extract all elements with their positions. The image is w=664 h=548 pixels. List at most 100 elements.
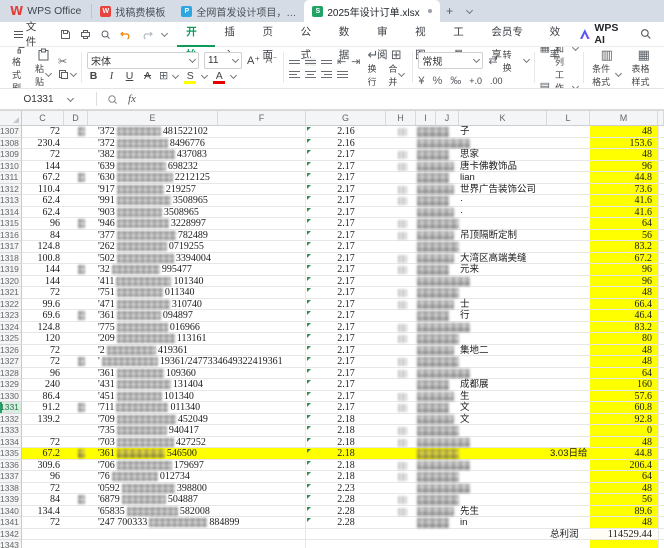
cell-ij[interactable] bbox=[416, 471, 459, 483]
cell-e[interactable]: '6302212125 bbox=[88, 172, 306, 184]
cell-g[interactable]: 2.17 bbox=[306, 310, 386, 322]
align-right-icon[interactable] bbox=[321, 69, 332, 80]
cell-ij[interactable] bbox=[416, 264, 459, 276]
cell-c[interactable]: 144 bbox=[22, 161, 64, 173]
cell-k[interactable] bbox=[459, 138, 547, 150]
cell-h[interactable] bbox=[386, 299, 416, 311]
cell-h[interactable] bbox=[386, 402, 416, 414]
cell-n-sliver[interactable] bbox=[658, 287, 664, 299]
row-header[interactable]: 1339 bbox=[0, 494, 22, 506]
cell-h[interactable] bbox=[386, 529, 416, 541]
cell-l[interactable] bbox=[547, 494, 590, 506]
cell-k[interactable] bbox=[459, 218, 547, 230]
cell-k[interactable] bbox=[459, 276, 547, 288]
cell-m[interactable] bbox=[590, 540, 658, 548]
cell-k[interactable] bbox=[459, 471, 547, 483]
cell-ij[interactable] bbox=[416, 253, 459, 265]
cell-m[interactable]: 160 bbox=[590, 379, 658, 391]
menu-tab-1[interactable]: 插入 bbox=[215, 21, 253, 45]
cell-g[interactable]: 2.16 bbox=[306, 138, 386, 150]
formula-input[interactable] bbox=[136, 89, 664, 109]
cell-d[interactable] bbox=[64, 264, 88, 276]
tab-list-chevron[interactable] bbox=[460, 0, 480, 22]
cell-n-sliver[interactable] bbox=[658, 345, 664, 357]
cell-n-sliver[interactable] bbox=[658, 264, 664, 276]
cell-n-sliver[interactable] bbox=[658, 494, 664, 506]
cell-n-sliver[interactable] bbox=[658, 207, 664, 219]
cell-e[interactable]: '706179697 bbox=[88, 460, 306, 472]
cell-m[interactable]: 48 bbox=[590, 356, 658, 368]
cell-g[interactable]: 2.17 bbox=[306, 161, 386, 173]
cell-c[interactable]: 62.4 bbox=[22, 207, 64, 219]
cell-k[interactable] bbox=[459, 322, 547, 334]
grow-font-button[interactable]: A⁺ bbox=[247, 54, 260, 67]
cell-n-sliver[interactable] bbox=[658, 425, 664, 437]
menu-tab-0[interactable]: 开始 bbox=[177, 21, 215, 47]
cell-l[interactable] bbox=[547, 172, 590, 184]
cell-m[interactable]: 57.6 bbox=[590, 391, 658, 403]
cell-c[interactable]: 67.2 bbox=[22, 172, 64, 184]
cell-h[interactable] bbox=[386, 218, 416, 230]
cell-l[interactable] bbox=[547, 391, 590, 403]
cell-ij[interactable] bbox=[416, 437, 459, 449]
cell-ij[interactable] bbox=[416, 230, 459, 242]
cell-m[interactable]: 56 bbox=[590, 494, 658, 506]
cell-m[interactable]: 44.8 bbox=[590, 448, 658, 460]
cell-e[interactable]: '19361/2477334649322419361 bbox=[88, 356, 306, 368]
cell-c[interactable]: 139.2 bbox=[22, 414, 64, 426]
cell-m[interactable]: 83.2 bbox=[590, 322, 658, 334]
align-top-icon[interactable] bbox=[289, 58, 300, 66]
justify-icon[interactable] bbox=[337, 69, 348, 80]
cell-d[interactable] bbox=[64, 241, 88, 253]
cell-h[interactable] bbox=[386, 276, 416, 288]
cell-d[interactable] bbox=[64, 184, 88, 196]
row-header[interactable]: 1324 bbox=[0, 322, 22, 334]
cell-n-sliver[interactable] bbox=[658, 184, 664, 196]
shrink-font-button[interactable]: A⁻ bbox=[265, 55, 278, 66]
table-style-button[interactable]: ▦ 表格样式 bbox=[628, 48, 659, 88]
cell-k[interactable] bbox=[459, 460, 547, 472]
cell-n-sliver[interactable] bbox=[658, 506, 664, 518]
cell-m[interactable]: 80 bbox=[590, 333, 658, 345]
document-tab[interactable]: P全网首发设计项目，真正实现题赚. bbox=[173, 0, 304, 22]
cell-ij[interactable] bbox=[416, 161, 459, 173]
cell-l[interactable]: 3.03日给 bbox=[547, 448, 590, 460]
cell-k[interactable]: 生 bbox=[459, 391, 547, 403]
cell-ij[interactable] bbox=[416, 414, 459, 426]
cell-h[interactable] bbox=[386, 264, 416, 276]
cell-k[interactable]: 世界广告装饰公司 bbox=[459, 184, 547, 196]
cell-ij[interactable] bbox=[416, 241, 459, 253]
cell-m[interactable]: 60.8 bbox=[590, 402, 658, 414]
cell-ij[interactable] bbox=[416, 517, 459, 529]
cell-g[interactable] bbox=[306, 529, 386, 541]
cell-g[interactable]: 2.17 bbox=[306, 287, 386, 299]
cell-h[interactable] bbox=[386, 506, 416, 518]
cell-n-sliver[interactable] bbox=[658, 149, 664, 161]
cell-n-sliver[interactable] bbox=[658, 310, 664, 322]
cell-c[interactable]: 124.8 bbox=[22, 322, 64, 334]
row-header[interactable]: 1317 bbox=[0, 241, 22, 253]
thousands-button[interactable]: ‰ bbox=[450, 74, 461, 88]
cell-ij[interactable] bbox=[416, 379, 459, 391]
cell-k[interactable] bbox=[459, 333, 547, 345]
percent-button[interactable]: % bbox=[433, 74, 443, 88]
cell-g[interactable]: 2.17 bbox=[306, 391, 386, 403]
cell-n-sliver[interactable] bbox=[658, 368, 664, 380]
cell-h[interactable] bbox=[386, 494, 416, 506]
cell-n-sliver[interactable] bbox=[658, 391, 664, 403]
cell-h[interactable] bbox=[386, 184, 416, 196]
cell-c[interactable]: 110.4 bbox=[22, 184, 64, 196]
document-tab[interactable]: W找稿费模板 bbox=[92, 0, 173, 22]
redo-icon[interactable] bbox=[141, 29, 153, 40]
cell-l[interactable] bbox=[547, 287, 590, 299]
cell-g[interactable] bbox=[306, 540, 386, 548]
cell-d[interactable] bbox=[64, 126, 88, 138]
cell-n-sliver[interactable] bbox=[658, 437, 664, 449]
cell-e[interactable]: '703427252 bbox=[88, 437, 306, 449]
row-header[interactable]: 1342 bbox=[0, 529, 22, 541]
cell-ij[interactable] bbox=[416, 425, 459, 437]
row-header[interactable]: 1315 bbox=[0, 218, 22, 230]
conditional-format-button[interactable]: ▥ 条件格式 bbox=[589, 48, 624, 88]
cell-g[interactable]: 2.17 bbox=[306, 299, 386, 311]
cell-e[interactable]: '9463228997 bbox=[88, 218, 306, 230]
